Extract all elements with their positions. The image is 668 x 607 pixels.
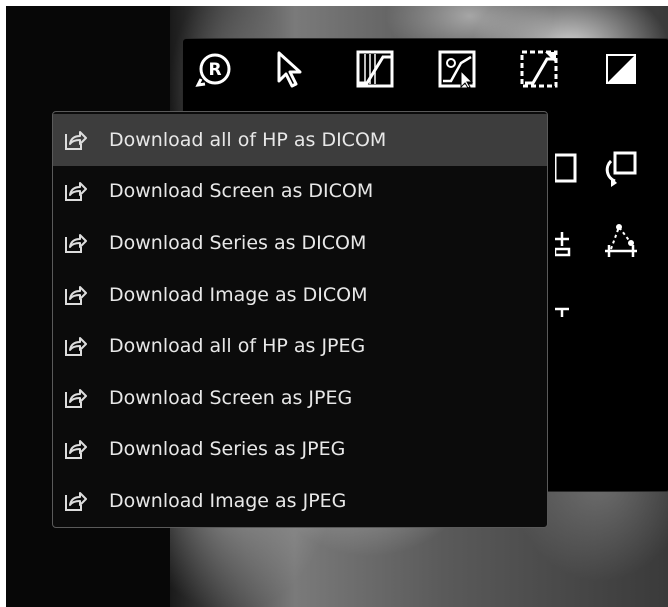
tool-fragment-icon[interactable] (555, 295, 595, 335)
pointer-icon[interactable] (269, 49, 309, 89)
rotate-icon[interactable] (601, 149, 641, 189)
reset-icon[interactable]: R (195, 49, 235, 89)
menu-item-label: Download all of HP as DICOM (109, 128, 387, 151)
window-level-preset-icon[interactable] (437, 49, 477, 89)
viewer-window: R Download all of HP as DICOM Download S… (6, 6, 668, 607)
menu-item-label: Download Series as DICOM (109, 231, 367, 254)
export-icon (63, 178, 89, 204)
invert-icon[interactable] (601, 49, 641, 89)
menu-item-label: Download Image as DICOM (109, 283, 368, 306)
export-icon (63, 282, 89, 308)
menu-item-download-series-dicom[interactable]: Download Series as DICOM (53, 217, 547, 269)
window-level-icon[interactable] (355, 49, 395, 89)
export-icon (63, 488, 89, 514)
download-menu: Download all of HP as DICOM Download Scr… (52, 111, 548, 528)
menu-item-download-all-hp-jpeg[interactable]: Download all of HP as JPEG (53, 320, 547, 372)
menu-item-download-all-hp-dicom[interactable]: Download all of HP as DICOM (53, 114, 547, 166)
export-icon (63, 333, 89, 359)
menu-item-label: Download Image as JPEG (109, 489, 347, 512)
menu-item-download-series-jpeg[interactable]: Download Series as JPEG (53, 424, 547, 476)
roi-window-icon[interactable] (519, 49, 559, 89)
menu-item-label: Download Series as JPEG (109, 438, 346, 461)
menu-item-download-screen-dicom[interactable]: Download Screen as DICOM (53, 166, 547, 218)
export-icon (63, 127, 89, 153)
layout-icon[interactable] (555, 149, 595, 189)
export-icon (63, 385, 89, 411)
menu-item-download-screen-jpeg[interactable]: Download Screen as JPEG (53, 372, 547, 424)
export-icon (63, 230, 89, 256)
menu-item-label: Download Screen as DICOM (109, 180, 374, 203)
menu-item-download-image-jpeg[interactable]: Download Image as JPEG (53, 475, 547, 527)
export-icon (63, 436, 89, 462)
menu-item-label: Download all of HP as JPEG (109, 335, 366, 358)
menu-item-label: Download Screen as JPEG (109, 386, 353, 409)
measure-plus-icon[interactable] (555, 219, 595, 259)
menu-item-download-image-dicom[interactable]: Download Image as DICOM (53, 269, 547, 321)
angle-measure-icon[interactable] (601, 219, 641, 259)
reset-glyph: R (208, 60, 221, 80)
